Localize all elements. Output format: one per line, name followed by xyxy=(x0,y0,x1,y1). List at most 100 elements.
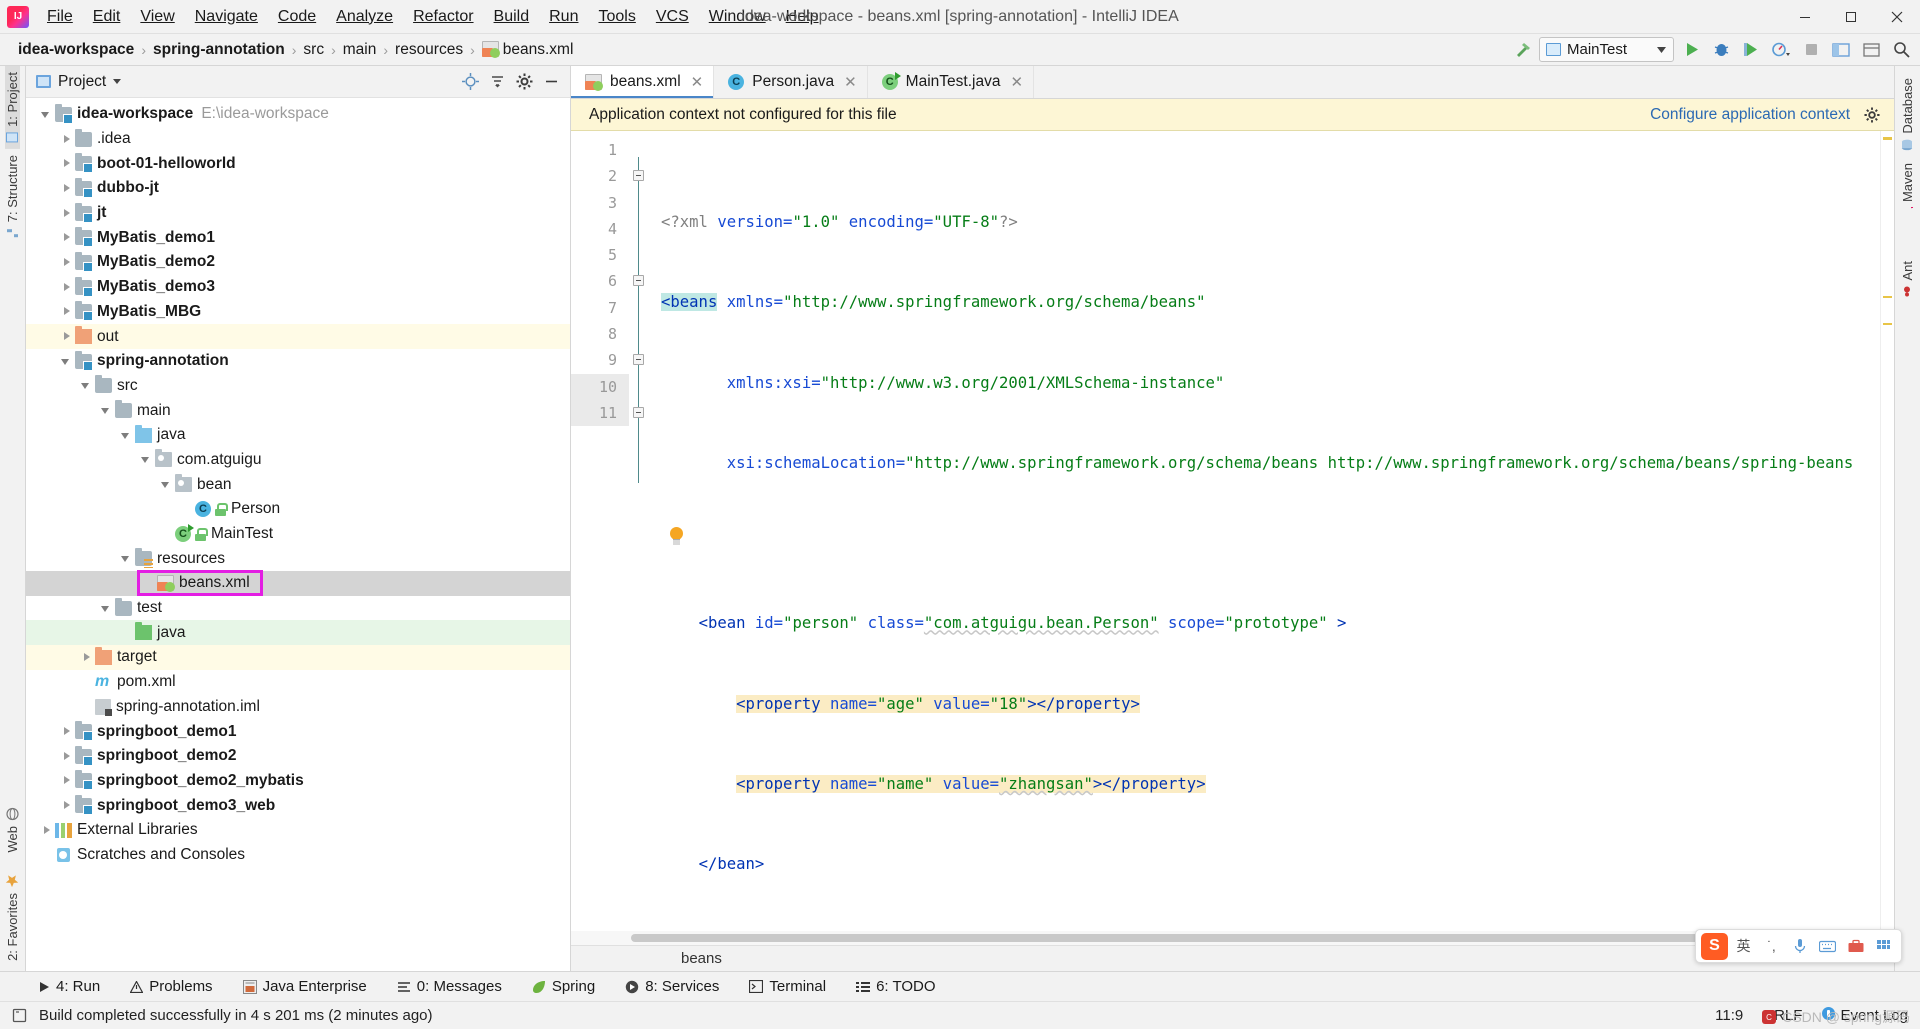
rail-item-ant[interactable]: Ant xyxy=(1900,255,1915,304)
line-number-1[interactable]: 1 xyxy=(571,137,629,163)
tree-node-scratches-and-consoles[interactable]: Scratches and Consoles xyxy=(26,843,570,868)
menu-refactor[interactable]: Refactor xyxy=(403,4,483,30)
tool-window-messages[interactable]: 0: Messages xyxy=(393,976,506,997)
breadcrumb-item-2[interactable]: src xyxy=(299,39,328,61)
layout-icon[interactable] xyxy=(1828,37,1854,62)
tree-node-springboot-demo3-web[interactable]: springboot_demo3_web xyxy=(26,793,570,818)
tree-node-springboot-demo1[interactable]: springboot_demo1 xyxy=(26,719,570,744)
tab-close-icon[interactable]: ✕ xyxy=(1008,73,1023,91)
tree-expand-arrow[interactable] xyxy=(60,133,73,146)
tree-expand-arrow[interactable] xyxy=(160,528,173,541)
tab-close-icon[interactable]: ✕ xyxy=(689,73,704,91)
menu-view[interactable]: View xyxy=(130,4,184,30)
line-number-5[interactable]: 5 xyxy=(571,242,629,268)
close-button[interactable] xyxy=(1874,0,1920,34)
tree-node-resources[interactable]: resources xyxy=(26,546,570,571)
toolbox-icon[interactable] xyxy=(1843,933,1868,960)
tree-expand-arrow[interactable] xyxy=(80,379,93,392)
menu-code[interactable]: Code xyxy=(268,4,326,30)
tree-expand-arrow[interactable] xyxy=(60,157,73,170)
menu-help[interactable]: Help xyxy=(776,4,829,30)
menu-navigate[interactable]: Navigate xyxy=(185,4,268,30)
coverage-icon[interactable] xyxy=(1738,37,1764,62)
tree-node-target[interactable]: target xyxy=(26,645,570,670)
tool-window-java-enterprise[interactable]: Java Enterprise xyxy=(239,976,371,997)
tree-expand-arrow[interactable] xyxy=(60,207,73,220)
tool-window-terminal[interactable]: Terminal xyxy=(745,976,830,997)
tree-expand-arrow[interactable] xyxy=(120,552,133,565)
breadcrumb-item-4[interactable]: resources xyxy=(391,39,467,61)
tree-expand-arrow[interactable] xyxy=(120,429,133,442)
menu-run[interactable]: Run xyxy=(539,4,588,30)
rail-item-project[interactable]: 1: Project xyxy=(5,66,20,149)
project-tree[interactable]: idea-workspace E:\idea-workspace .idea boot… xyxy=(26,98,570,971)
settings-icon[interactable] xyxy=(1858,37,1884,62)
fold-toggle-bean[interactable] xyxy=(633,275,644,287)
stop-icon[interactable] xyxy=(1798,37,1824,62)
profile-icon[interactable] xyxy=(1768,37,1794,62)
tree-node-mybatis-demo1[interactable]: MyBatis_demo1 xyxy=(26,225,570,250)
configure-application-context-link[interactable]: Configure application context xyxy=(1650,106,1850,124)
tree-node-main[interactable]: main xyxy=(26,398,570,423)
run-icon[interactable] xyxy=(1678,37,1704,62)
tree-expand-arrow[interactable] xyxy=(60,231,73,244)
ime-punctuation-toggle[interactable]: ˙, xyxy=(1759,933,1784,960)
tree-expand-arrow[interactable] xyxy=(80,700,93,713)
tree-node-springboot-demo2[interactable]: springboot_demo2 xyxy=(26,744,570,769)
run-configuration-selector[interactable]: MainTest xyxy=(1539,37,1674,62)
tree-node-com-atguigu[interactable]: com.atguigu xyxy=(26,448,570,473)
line-number-7[interactable]: 7 xyxy=(571,295,629,321)
line-number-10[interactable]: 10 xyxy=(571,373,629,400)
tree-expand-arrow[interactable] xyxy=(40,824,53,837)
rail-item-structure[interactable]: 7: Structure xyxy=(5,149,20,244)
tree-expand-arrow[interactable] xyxy=(60,305,73,318)
tool-window-run[interactable]: 4: Run xyxy=(34,976,104,997)
tree-expand-arrow[interactable] xyxy=(160,478,173,491)
code-editor[interactable]: 1 2 3 4 5 6 7 8 9 10 11 <?xml version="1… xyxy=(571,131,1894,931)
fold-toggle-beans[interactable] xyxy=(633,170,644,182)
minimize-button[interactable] xyxy=(1782,0,1828,34)
line-number-4[interactable]: 4 xyxy=(571,216,629,242)
maximize-button[interactable] xyxy=(1828,0,1874,34)
tree-expand-arrow[interactable] xyxy=(60,725,73,738)
rail-item-maven[interactable]: m Maven xyxy=(1900,157,1915,225)
breadcrumb-item-1[interactable]: spring-annotation xyxy=(149,39,289,61)
code-content[interactable]: <?xml version="1.0" encoding="UTF-8"?> <… xyxy=(651,131,1880,931)
tree-expand-arrow[interactable] xyxy=(80,651,93,664)
tool-window-problems[interactable]: Problems xyxy=(126,976,216,997)
tree-expand-arrow[interactable] xyxy=(40,108,53,121)
microphone-icon[interactable] xyxy=(1787,933,1812,960)
menu-analyze[interactable]: Analyze xyxy=(326,4,403,30)
collapse-all-icon[interactable] xyxy=(489,73,506,90)
line-number-11[interactable]: 11 xyxy=(571,399,629,427)
tree-expand-arrow[interactable] xyxy=(60,774,73,787)
tree-node-external-libraries[interactable]: External Libraries xyxy=(26,818,570,843)
search-icon[interactable] xyxy=(1888,37,1914,62)
intention-bulb-icon[interactable] xyxy=(669,527,684,545)
tab-close-icon[interactable]: ✕ xyxy=(842,73,857,91)
fold-gutter[interactable] xyxy=(629,131,651,931)
tree-expand-arrow[interactable] xyxy=(60,256,73,269)
tree-expand-arrow[interactable] xyxy=(60,182,73,195)
breadcrumb-item-3[interactable]: main xyxy=(339,39,381,61)
tab-person-java[interactable]: C Person.java ✕ xyxy=(714,66,868,98)
tool-window-todo[interactable]: 6: TODO xyxy=(852,976,939,997)
tree-node-idea-workspace[interactable]: idea-workspace E:\idea-workspace xyxy=(26,102,570,127)
tree-expand-arrow[interactable] xyxy=(120,626,133,639)
tree-expand-arrow[interactable] xyxy=(60,799,73,812)
menu-build[interactable]: Build xyxy=(484,4,540,30)
grid-menu-icon[interactable] xyxy=(1871,933,1896,960)
chevron-down-icon[interactable] xyxy=(113,79,122,84)
tree-node-beans-xml[interactable]: beans.xml xyxy=(26,570,570,597)
tree-node-pom-xml[interactable]: m pom.xml xyxy=(26,670,570,695)
marker-warning[interactable] xyxy=(1883,137,1892,140)
tree-node-mybatis-demo2[interactable]: MyBatis_demo2 xyxy=(26,250,570,275)
tree-expand-arrow[interactable] xyxy=(180,503,193,516)
locate-file-icon[interactable] xyxy=(462,73,479,90)
fold-toggle-bean-end[interactable] xyxy=(633,354,644,366)
tree-node-spring-annotation-iml[interactable]: spring-annotation.iml xyxy=(26,695,570,720)
tab-maintest-java[interactable]: C MainTest.java ✕ xyxy=(868,66,1035,98)
ime-language-toggle[interactable]: 英 xyxy=(1731,933,1756,960)
rail-item-database[interactable]: Database xyxy=(1900,72,1915,157)
rail-item-web[interactable]: Web xyxy=(5,802,20,859)
